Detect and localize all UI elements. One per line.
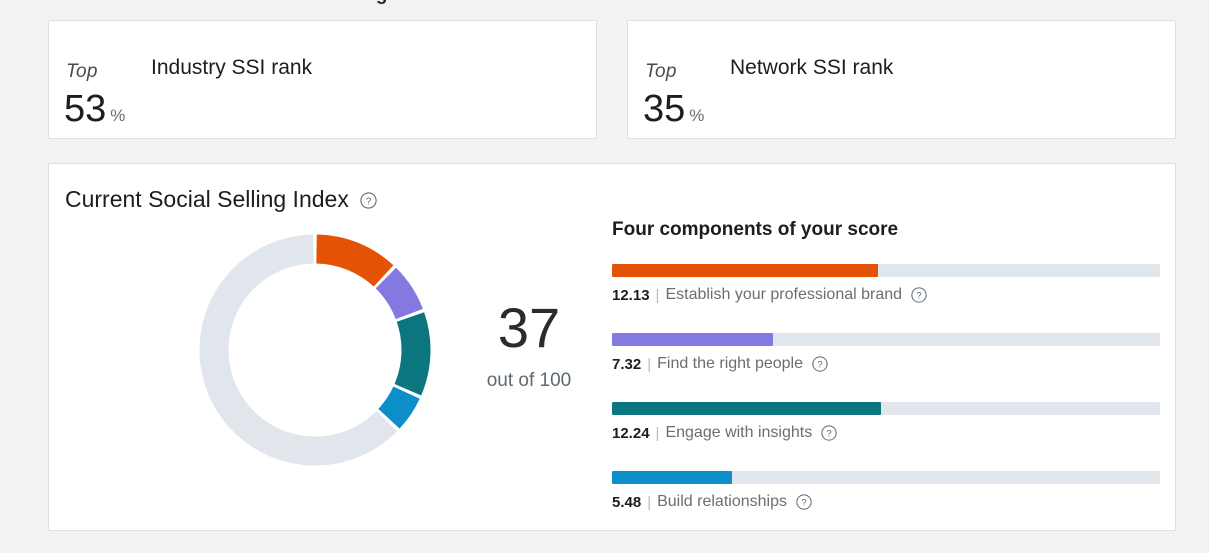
component-bar-fill — [612, 471, 732, 484]
network-rank-title: Network SSI rank — [730, 56, 894, 79]
ssi-donut-section: 37 out of 100 — [154, 234, 614, 494]
component-separator: | — [655, 286, 660, 304]
rank-cards-row: Top Industry SSI rank 53 % Top Network S… — [48, 20, 1176, 139]
component-name: Find the right people — [657, 355, 803, 372]
network-ssi-rank-card: Top Network SSI rank 35 % — [627, 20, 1176, 139]
ssi-score-value: 37 — [497, 296, 561, 359]
components-panel-title: Four components of your score — [612, 219, 899, 240]
clipped-header-text: Social Selling Index — [264, 0, 442, 6]
component-row: 12.13 | Establish your professional bran… — [612, 264, 1160, 304]
current-ssi-header: Current Social Selling Index ? — [65, 186, 377, 213]
question-circle-icon[interactable]: ? — [360, 192, 377, 209]
component-bar-track — [612, 471, 1160, 484]
component-score: 12.13 — [612, 286, 650, 304]
ssi-score-block: 37 out of 100 — [444, 300, 614, 392]
component-bar-fill — [612, 402, 881, 415]
question-circle-icon[interactable]: ? — [821, 425, 837, 441]
component-score: 5.48 — [612, 493, 642, 511]
component-label: 7.32 | Find the right people ? — [612, 355, 1160, 373]
network-rank-value-group: 35 % — [643, 90, 704, 128]
component-bar-track — [612, 264, 1160, 277]
industry-rank-title: Industry SSI rank — [151, 56, 313, 79]
industry-ssi-rank-card: Top Industry SSI rank 53 % — [48, 20, 597, 139]
ssi-dashboard: Social Selling Index Top Industry SSI ra… — [0, 0, 1209, 553]
component-name: Engage with insights — [665, 424, 813, 441]
component-label: 12.13 | Establish your professional bran… — [612, 286, 1160, 304]
component-bar-fill — [612, 264, 878, 277]
component-score: 12.24 — [612, 424, 650, 442]
score-components-panel: Four components of your score 12.13 | Es… — [612, 219, 1160, 511]
component-separator: | — [647, 493, 652, 511]
industry-rank-percent-sign: % — [110, 106, 126, 125]
component-bar-track — [612, 402, 1160, 415]
component-separator: | — [655, 424, 660, 442]
component-separator: | — [647, 355, 652, 373]
component-score: 7.32 — [612, 355, 642, 373]
industry-rank-value: 53 — [64, 88, 107, 130]
component-row: 5.48 | Build relationships ? — [612, 471, 1160, 511]
question-circle-icon[interactable]: ? — [796, 494, 812, 510]
question-circle-icon[interactable]: ? — [911, 287, 927, 303]
component-name: Build relationships — [657, 493, 787, 510]
ssi-donut-chart — [199, 234, 431, 466]
ssi-score-outof: out of 100 — [486, 370, 572, 391]
component-row: 7.32 | Find the right people ? — [612, 333, 1160, 373]
network-rank-value: 35 — [643, 88, 686, 130]
svg-text:?: ? — [916, 290, 921, 301]
clipped-page-header: Social Selling Index — [0, 0, 1209, 17]
industry-rank-value-group: 53 % — [64, 90, 125, 128]
component-bar-fill — [612, 333, 773, 346]
component-name: Establish your professional brand — [665, 286, 903, 303]
svg-text:?: ? — [827, 428, 832, 439]
svg-text:?: ? — [366, 196, 372, 207]
current-ssi-card: Current Social Selling Index ? 37 out of… — [48, 163, 1176, 531]
current-ssi-title: Current Social Selling Index — [65, 186, 349, 212]
svg-text:?: ? — [817, 359, 822, 370]
component-bar-track — [612, 333, 1160, 346]
network-rank-percent-sign: % — [689, 106, 705, 125]
industry-rank-top-label: Top — [66, 61, 98, 82]
component-label: 12.24 | Engage with insights ? — [612, 424, 1160, 442]
component-label: 5.48 | Build relationships ? — [612, 493, 1160, 511]
question-circle-icon[interactable]: ? — [812, 356, 828, 372]
network-rank-top-label: Top — [645, 61, 677, 82]
component-row: 12.24 | Engage with insights ? — [612, 402, 1160, 442]
svg-text:?: ? — [801, 497, 806, 508]
